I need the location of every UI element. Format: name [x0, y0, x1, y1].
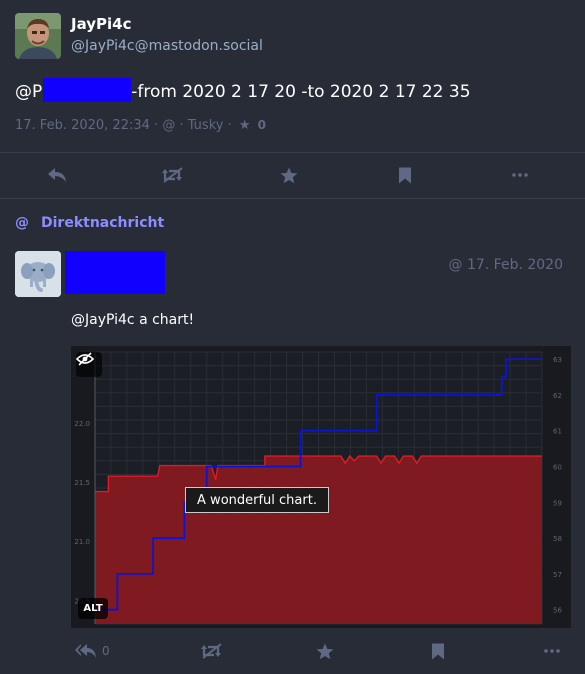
status-meta: 17. Feb. 2020, 22:34 · @ · Tusky · ★ 0 [15, 118, 267, 133]
redaction-box [65, 251, 165, 294]
reply-timestamp[interactable]: @ 17. Feb. 2020 [449, 257, 563, 273]
replies-count: 0 [102, 644, 110, 658]
alt-text-tooltip: A wonderful chart. [185, 487, 329, 513]
avatar[interactable] [15, 251, 61, 297]
direct-icon: @ [15, 215, 29, 231]
right-tick-label: 58 [553, 535, 562, 543]
more-icon[interactable] [508, 163, 532, 187]
reply-all-icon [75, 644, 96, 658]
left-tick-label: 21.0 [74, 538, 90, 546]
reply-content: @JayPi4c a chart! [71, 312, 195, 328]
right-tick-label: 56 [553, 607, 562, 615]
favourite-star-icon[interactable] [316, 640, 334, 662]
avatar[interactable] [15, 13, 61, 59]
right-tick-label: 60 [553, 464, 562, 472]
status-content: @P -from 2020 2 17 20 -to 2020 2 17 22 35 [15, 78, 471, 102]
alt-badge[interactable]: ALT [78, 598, 108, 619]
left-tick-label: 21.5 [74, 479, 90, 487]
mention-prefix[interactable]: @P [15, 82, 42, 102]
temperature-area [95, 456, 542, 624]
bookmark-icon[interactable] [431, 640, 445, 662]
more-icon[interactable] [544, 640, 560, 662]
bookmark-icon[interactable] [393, 163, 417, 187]
reply-action-bar: 0 [0, 630, 585, 670]
direct-label-text: Direktnachricht [41, 215, 165, 231]
reply-all-button[interactable]: 0 [75, 640, 110, 662]
right-tick-label: 63 [553, 356, 562, 364]
right-tick-label: 57 [553, 571, 562, 579]
action-bar [0, 153, 585, 198]
application-name[interactable]: Tusky [188, 118, 224, 133]
boost-disabled-icon[interactable] [161, 163, 185, 187]
display-name[interactable]: JayPi4c [71, 15, 131, 33]
timestamp[interactable]: 17. Feb. 2020, 22:34 [15, 118, 150, 133]
divider [0, 198, 585, 199]
reply-icon[interactable] [45, 163, 69, 187]
direct-message-label: @ Direktnachricht [15, 215, 164, 231]
right-tick-label: 62 [553, 392, 562, 400]
content-text: -from 2020 2 17 20 -to 2020 2 17 22 35 [131, 82, 471, 102]
favourites-count: 0 [257, 118, 267, 132]
boost-disabled-icon[interactable] [201, 640, 223, 662]
right-tick-label: 59 [553, 499, 562, 507]
media-attachment[interactable]: 22.021.521.020.56362616059585756 ALT A w… [71, 346, 571, 628]
visibility-icon: @ [162, 118, 176, 133]
favourite-star-icon[interactable] [277, 163, 301, 187]
eye-slash-icon [76, 352, 94, 366]
hide-media-button[interactable] [76, 352, 102, 377]
left-tick-label: 22.0 [74, 420, 90, 428]
right-tick-label: 61 [553, 428, 562, 436]
redaction-box [43, 78, 132, 102]
account-handle[interactable]: @JayPi4c@mastodon.social [71, 38, 263, 54]
star-icon: ★ [238, 118, 251, 133]
